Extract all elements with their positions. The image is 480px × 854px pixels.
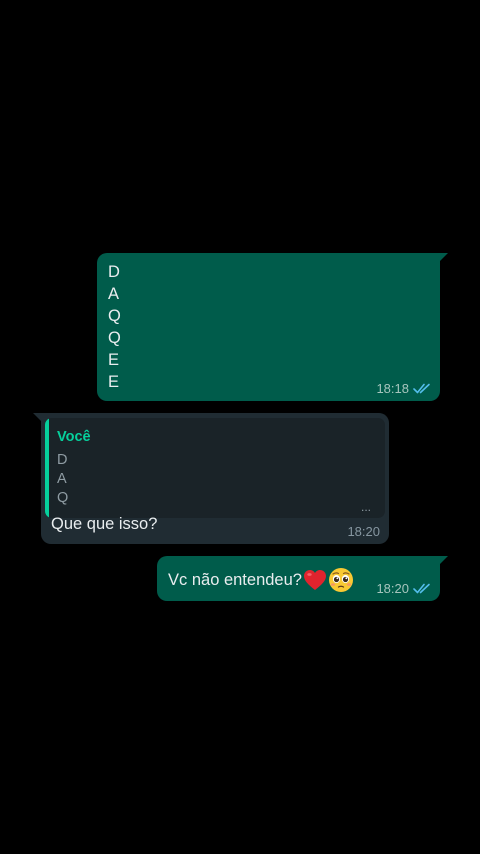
red-heart-icon: [303, 569, 327, 591]
message-line: Q: [108, 329, 121, 347]
message-line: E: [108, 373, 120, 391]
message-text: D A Q Q E E: [108, 261, 121, 393]
message-time: 18:20: [376, 581, 409, 596]
double-check-icon: [413, 383, 431, 394]
quote-ellipsis: ...: [360, 500, 371, 514]
message-meta: 18:20: [376, 581, 431, 596]
outgoing-message[interactable]: D A Q Q E E 18:18: [97, 253, 448, 401]
double-check-icon: [413, 583, 431, 594]
quote-line: A: [57, 471, 67, 487]
quote-line: D: [57, 452, 68, 468]
message-text: Vc não entendeu?: [168, 570, 302, 589]
message-time: 18:18: [376, 381, 409, 396]
message-content: Vc não entendeu?: [168, 567, 354, 593]
chat-screen: D A Q Q E E 18:18 Você D A Q ... Que que…: [0, 0, 480, 854]
quoted-message[interactable]: Você D A Q ...: [45, 418, 385, 518]
quote-text: D A Q: [57, 451, 68, 508]
message-line: E: [108, 351, 120, 369]
pleading-face-icon: [328, 567, 354, 593]
message-text: Que que isso?: [51, 515, 158, 533]
message-line: Q: [108, 307, 121, 325]
message-time: 18:20: [347, 524, 380, 539]
quote-author: Você: [57, 429, 91, 445]
message-line: D: [108, 263, 120, 281]
quote-accent-bar: [45, 418, 49, 518]
message-meta: 18:18: [376, 381, 431, 396]
message-line: A: [108, 285, 120, 303]
message-meta: 18:20: [347, 524, 380, 539]
outgoing-message[interactable]: Vc não entendeu? 18:20: [157, 556, 448, 601]
quote-line: Q: [57, 490, 69, 506]
incoming-message[interactable]: Você D A Q ... Que que isso? 18:20: [33, 413, 389, 544]
